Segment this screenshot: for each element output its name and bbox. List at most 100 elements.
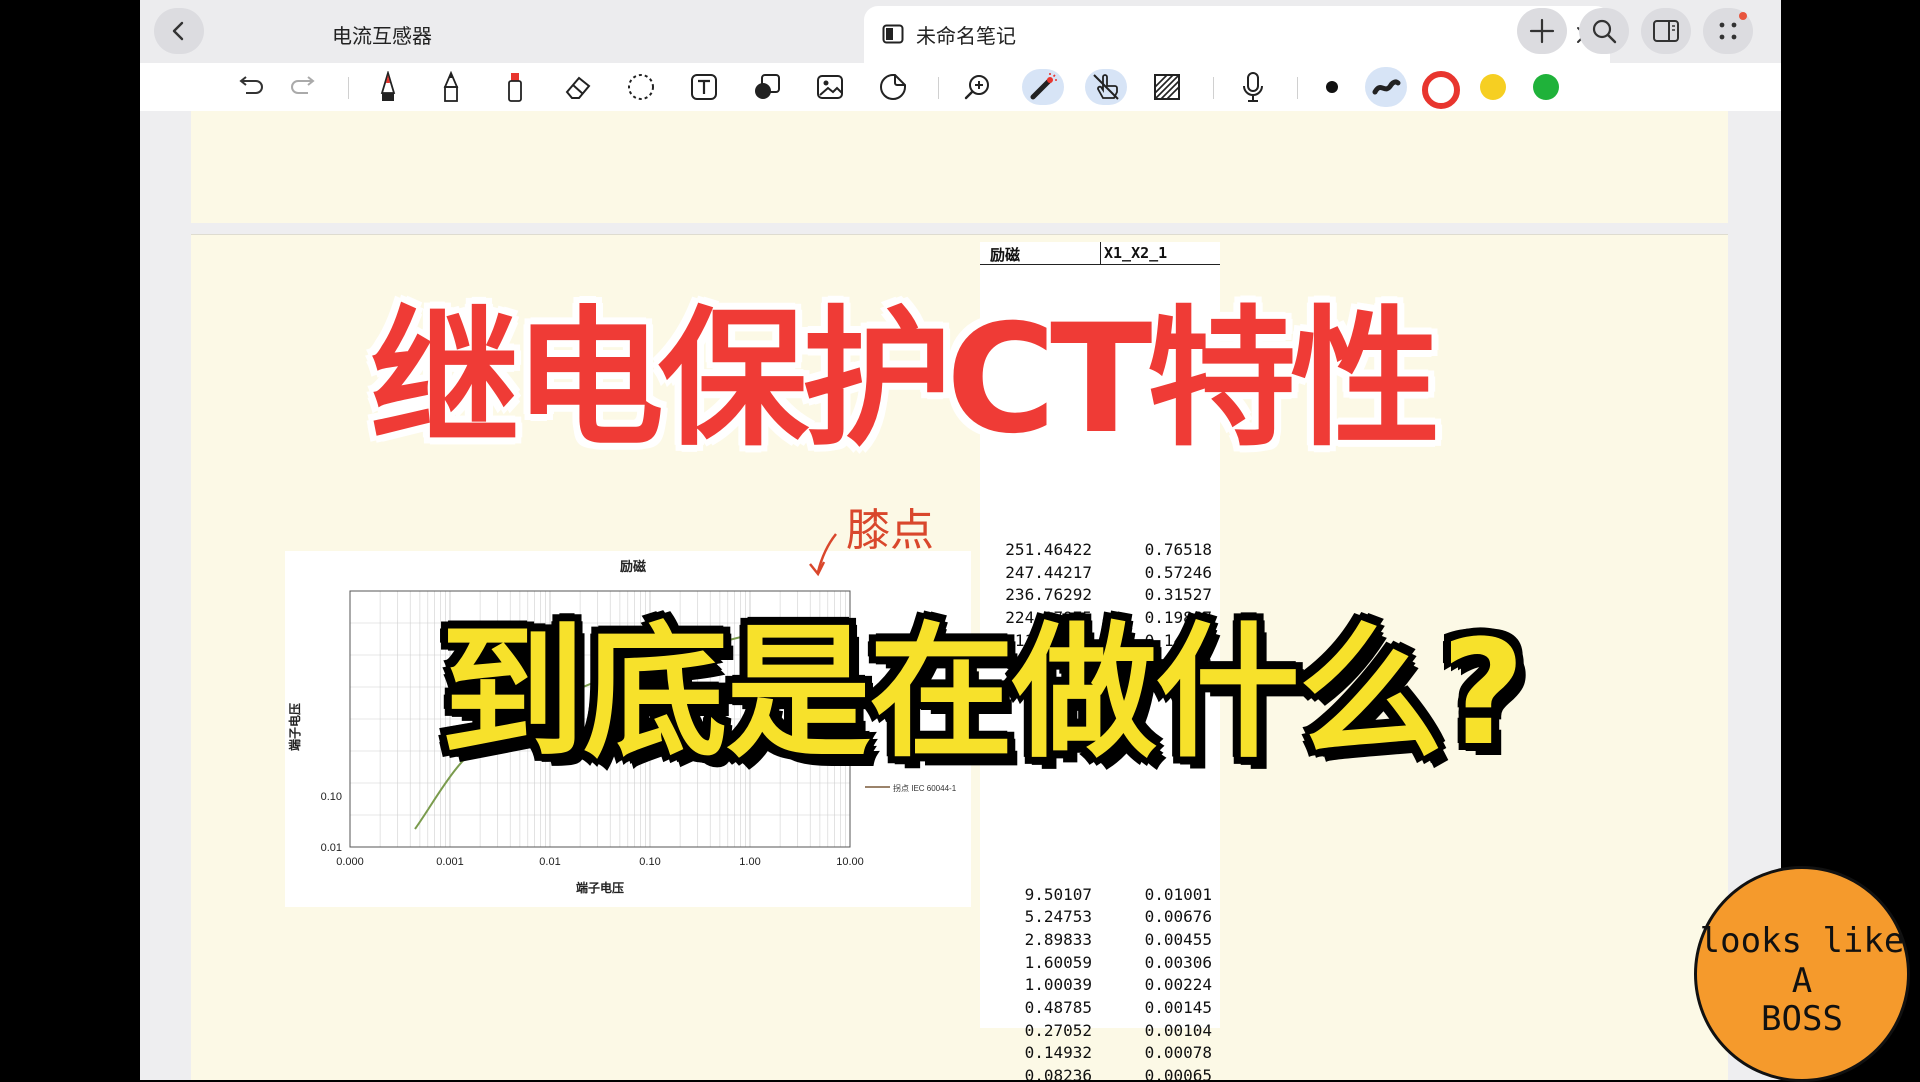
- shapes-icon: [755, 74, 780, 99]
- fountain-pen-tool[interactable]: [369, 69, 407, 105]
- table-row: 251.46422 0.76518: [980, 539, 1220, 561]
- highlighter-tool[interactable]: [496, 69, 534, 105]
- y-tick-label: 0.01: [321, 842, 342, 854]
- sidebar-toggle-icon: [1653, 20, 1679, 42]
- table-cell-voltage: 5.24753: [1024, 907, 1092, 927]
- table-cell-current: 0.00078: [1144, 1043, 1212, 1063]
- table-cell-current: 0.00676: [1144, 907, 1212, 927]
- badge-line1: looks like: [1699, 921, 1905, 961]
- table-cell-current: 0.76518: [1144, 540, 1212, 559]
- sticker-icon: [880, 74, 906, 100]
- thumbnail-title-line2: 到底是在做什么?: [440, 609, 1525, 778]
- shapes-tool[interactable]: [748, 69, 786, 105]
- looks-like-a-boss-badge: looks like A BOSS: [1694, 866, 1910, 1082]
- toolbar-divider: [1297, 77, 1298, 99]
- color-swatch-yellow[interactable]: [1480, 74, 1506, 100]
- y-tick-label: 0.10: [321, 791, 342, 803]
- search-button[interactable]: [1579, 8, 1629, 54]
- finger-draw-toggle[interactable]: [1085, 69, 1127, 105]
- table-cell-voltage: 1.60059: [1024, 952, 1092, 972]
- undo-icon: [239, 76, 263, 94]
- lasso-tool[interactable]: [622, 69, 660, 105]
- eraser-icon: [565, 76, 591, 99]
- zoom-tool[interactable]: [959, 69, 997, 105]
- chevron-left-icon: [172, 21, 184, 41]
- plus-icon: [1529, 18, 1555, 44]
- table-cell-voltage: 251.46422: [1005, 540, 1092, 559]
- drawing-toolbar: [140, 63, 1781, 112]
- chart-title: 励磁: [620, 559, 646, 575]
- finger-touch-icon: [1093, 74, 1119, 100]
- y-axis-label: 端子电压: [287, 703, 302, 751]
- table-cell-current: 0.00104: [1144, 1020, 1212, 1040]
- color-swatch-red[interactable]: [1422, 71, 1460, 109]
- table-cell-voltage: 0.48785: [1024, 998, 1092, 1017]
- table-row: 9.50107 0.01001: [980, 884, 1220, 906]
- image-tool[interactable]: [811, 69, 849, 105]
- toolbar-divider: [348, 77, 349, 99]
- table-cell-current: 0.00145: [1144, 998, 1212, 1017]
- table-cell-current: 0.00306: [1144, 952, 1212, 972]
- table-row: 0.48785 0.00145: [980, 997, 1220, 1019]
- table-cell-current: 0.00455: [1144, 929, 1212, 949]
- table-cell-voltage: 0.08236: [1024, 1066, 1092, 1080]
- redo-icon: [291, 76, 315, 94]
- sticker-tool[interactable]: [874, 69, 912, 105]
- pencil-tool[interactable]: [432, 69, 470, 105]
- text-box-icon: [691, 74, 717, 100]
- badge-line3: BOSS: [1761, 999, 1843, 1039]
- undo-button[interactable]: [232, 69, 270, 105]
- pen-size-small[interactable]: [1326, 81, 1338, 93]
- knee-arrow-icon: [809, 533, 837, 577]
- table-row: 0.08236 0.00065: [980, 1065, 1220, 1080]
- x-tick-label: 0.01: [539, 856, 560, 868]
- color-swatch-black-selected[interactable]: [1365, 67, 1407, 107]
- fountain-pen-icon: [380, 71, 396, 101]
- table-cell-voltage: 1.00039: [1024, 975, 1092, 995]
- more-dots-icon: [1719, 22, 1737, 40]
- hatch-pattern-icon: [1154, 74, 1180, 100]
- lasso-icon: [628, 74, 654, 100]
- x-tick-label: 1.00: [739, 856, 760, 868]
- toolbar-divider: [938, 77, 939, 99]
- pencil-icon: [443, 71, 459, 102]
- table-row: 0.27052 0.00104: [980, 1020, 1220, 1042]
- voice-record-button[interactable]: [1234, 69, 1272, 105]
- new-tab-button[interactable]: [1517, 8, 1567, 54]
- eraser-tool[interactable]: [559, 69, 597, 105]
- image-icon: [817, 75, 843, 99]
- note-page-previous[interactable]: [191, 111, 1728, 223]
- x-tick-label: 0.000: [336, 856, 364, 868]
- hatch-pattern-tool[interactable]: [1148, 69, 1186, 105]
- text-tool[interactable]: [685, 69, 723, 105]
- back-button[interactable]: [154, 8, 204, 54]
- tab-untitled-note[interactable]: 未命名笔记: [864, 6, 1610, 63]
- tab-label: 未命名笔记: [916, 24, 1016, 48]
- tab-label: 电流互感器: [332, 24, 432, 48]
- thumbnail-title-line1: 继电保护CT特性: [370, 293, 1440, 467]
- more-options-button[interactable]: [1703, 8, 1753, 54]
- table-row: 1.00039 0.00224: [980, 974, 1220, 996]
- note-tab-icon: [882, 24, 904, 44]
- knee-point-annotation: 膝点: [846, 494, 934, 558]
- badge-line2: A: [1791, 961, 1813, 1001]
- zoom-in-icon: [964, 75, 989, 100]
- table-row: 1.60059 0.00306: [980, 952, 1220, 974]
- highlighter-icon: [508, 73, 522, 102]
- table-cell-voltage: 0.27052: [1024, 1020, 1092, 1040]
- x-tick-label: 0.10: [639, 856, 660, 868]
- table-row: 2.89833 0.00455: [980, 929, 1220, 951]
- x-axis-label: 端子电压: [576, 880, 624, 895]
- note-app-window: 电流互感器 未命名笔记 0.000 0.001 0.01 0.10 1.00 1…: [140, 0, 1781, 1080]
- toolbar-divider: [1213, 77, 1214, 99]
- notification-dot: [1739, 12, 1747, 20]
- color-swatch-green[interactable]: [1533, 74, 1559, 100]
- x-tick-label: 0.001: [436, 856, 464, 868]
- laser-pointer-tool[interactable]: [1022, 69, 1064, 105]
- search-icon: [1592, 19, 1617, 44]
- sidebar-toggle-button[interactable]: [1641, 8, 1691, 54]
- microphone-icon: [1243, 72, 1263, 102]
- table-cell-current: 0.01001: [1144, 884, 1212, 904]
- redo-button[interactable]: [284, 69, 322, 105]
- x-tick-label: 10.00: [836, 856, 864, 868]
